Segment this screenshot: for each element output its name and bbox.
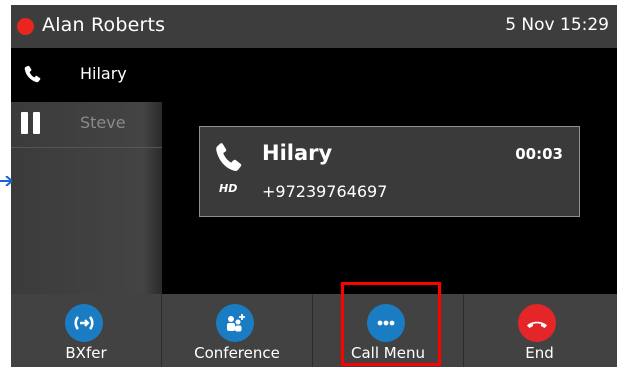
- softkey-bar: BXfer Conference Call Menu End: [11, 294, 617, 367]
- conference-icon: [216, 304, 254, 342]
- phone-screen: Alan Roberts 5 Nov 15:29 Hilary Steve HD…: [11, 5, 617, 367]
- line-item-held[interactable]: Steve: [11, 102, 162, 148]
- bxfer-button[interactable]: BXfer: [11, 294, 162, 367]
- softkey-label: Call Menu: [351, 344, 425, 362]
- hd-audio-badge: HD: [219, 182, 238, 195]
- conference-button[interactable]: Conference: [162, 294, 313, 367]
- softkey-label: End: [525, 344, 554, 362]
- pause-icon: [21, 112, 41, 134]
- callout-arrow-icon: [0, 176, 12, 186]
- line-label: Steve: [80, 113, 126, 132]
- caller-name: Hilary: [262, 141, 333, 165]
- blind-transfer-icon: [65, 304, 103, 342]
- presence-dot-icon: [17, 18, 34, 35]
- end-call-button[interactable]: End: [464, 294, 615, 367]
- phone-icon: [216, 143, 242, 171]
- date-time: 5 Nov 15:29: [505, 15, 609, 35]
- hang-up-icon: [518, 304, 556, 342]
- call-duration: 00:03: [515, 145, 563, 163]
- phone-icon: [24, 65, 41, 83]
- line-item-active[interactable]: Hilary: [11, 48, 162, 102]
- active-call-card: HD Hilary 00:03 +97239764697: [199, 126, 580, 217]
- owner-name: Alan Roberts: [42, 14, 166, 36]
- caller-number: +97239764697: [262, 182, 388, 201]
- more-dots-icon: [367, 304, 405, 342]
- status-bar: Alan Roberts 5 Nov 15:29: [11, 5, 617, 48]
- softkey-label: Conference: [194, 344, 280, 362]
- line-label: Hilary: [80, 64, 127, 83]
- softkey-label: BXfer: [65, 344, 107, 362]
- call-menu-button[interactable]: Call Menu: [313, 294, 464, 367]
